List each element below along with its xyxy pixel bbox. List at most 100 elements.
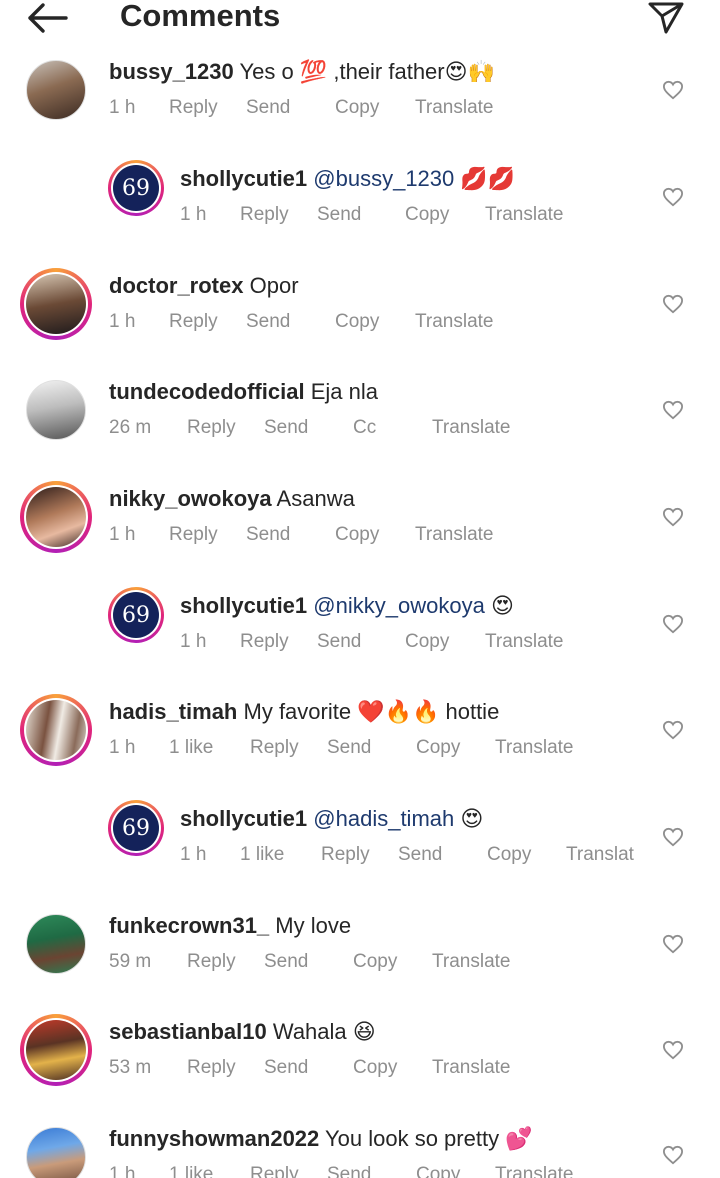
translate-button[interactable]: Translate [485, 630, 564, 654]
avatar[interactable] [26, 380, 86, 440]
translate-button[interactable]: Translate [495, 1163, 574, 1178]
copy-button[interactable]: Copy [353, 1056, 397, 1080]
heart-icon[interactable] [662, 720, 684, 740]
heart-icon[interactable] [662, 1040, 684, 1060]
avatar [26, 274, 86, 334]
heart-icon[interactable] [662, 80, 684, 100]
comment-text: Yes o 💯 ,their father😍🙌 [239, 59, 495, 84]
comment-text: 😍 [490, 593, 514, 618]
comment-time: 26 m [109, 417, 152, 438]
translate-button[interactable]: Translate [495, 736, 574, 760]
copy-button[interactable]: Copy [416, 1163, 460, 1178]
reply-button[interactable]: Reply [169, 96, 218, 120]
copy-button[interactable]: Copy [353, 950, 397, 974]
comment-item: funkecrown31_ My love 59 m Reply Send Co… [0, 904, 720, 1010]
mention-link[interactable]: @nikky_owokoya [313, 593, 485, 618]
reply-button[interactable]: Reply [321, 843, 370, 867]
comment-username[interactable]: shollycutie1 [180, 806, 307, 831]
comment-text: My love [275, 913, 352, 938]
share-icon[interactable] [646, 0, 686, 34]
heart-icon[interactable] [662, 294, 684, 314]
copy-button[interactable]: Copy [405, 630, 449, 654]
reply-button[interactable]: Reply [187, 416, 236, 440]
copy-button[interactable]: Copy [335, 96, 379, 120]
reply-button[interactable]: Reply [250, 736, 299, 760]
reply-button[interactable]: Reply [240, 203, 289, 227]
reply-button[interactable]: Reply [169, 523, 218, 547]
heart-icon[interactable] [662, 187, 684, 207]
comment-time: 1 h [180, 844, 207, 865]
send-button[interactable]: Send [317, 203, 361, 227]
story-ring[interactable]: 69 [108, 160, 164, 216]
copy-button[interactable]: Copy [335, 310, 379, 334]
translate-button[interactable]: Translat [566, 843, 634, 867]
comment-time: 1 h [109, 737, 136, 758]
reply-button[interactable]: Reply [250, 1163, 299, 1178]
story-ring[interactable]: 69 [108, 587, 164, 643]
like-count[interactable]: 1 like [169, 1163, 213, 1178]
send-button[interactable]: Send [264, 1056, 308, 1080]
copy-button[interactable]: Cc [353, 416, 376, 440]
reply-button[interactable]: Reply [187, 950, 236, 974]
avatar[interactable] [26, 1127, 86, 1178]
reply-button[interactable]: Reply [169, 310, 218, 334]
story-ring[interactable] [20, 481, 92, 553]
back-arrow-icon[interactable] [26, 2, 68, 34]
comment-username[interactable]: shollycutie1 [180, 166, 307, 191]
translate-button[interactable]: Translate [415, 523, 494, 547]
send-button[interactable]: Send [327, 736, 371, 760]
translate-button[interactable]: Translate [432, 416, 511, 440]
comments-header: Comments [0, 0, 720, 40]
heart-icon[interactable] [662, 507, 684, 527]
comment-text: Opor [249, 273, 299, 298]
like-count[interactable]: 1 like [240, 843, 284, 867]
comment-username[interactable]: funnyshowman2022 [109, 1126, 319, 1151]
comment-time: 1 h [180, 631, 207, 652]
copy-button[interactable]: Copy [416, 736, 460, 760]
send-button[interactable]: Send [246, 523, 290, 547]
comment-username[interactable]: sebastianbal10 [109, 1019, 267, 1044]
like-count[interactable]: 1 like [169, 736, 213, 760]
heart-icon[interactable] [662, 614, 684, 634]
comment-item: hadis_timah My favorite ❤️🔥🔥 hottie 1 h … [0, 690, 720, 796]
comment-text: You look so pretty 💕 [325, 1126, 533, 1151]
copy-button[interactable]: Copy [487, 843, 531, 867]
story-ring[interactable] [20, 268, 92, 340]
comment-username[interactable]: tundecodedofficial [109, 379, 305, 404]
translate-button[interactable]: Translate [415, 96, 494, 120]
comment-text: Asanwa [276, 486, 355, 511]
story-ring[interactable]: 69 [108, 800, 164, 856]
send-button[interactable]: Send [264, 950, 308, 974]
copy-button[interactable]: Copy [335, 523, 379, 547]
comment-username[interactable]: shollycutie1 [180, 593, 307, 618]
avatar[interactable] [26, 60, 86, 120]
send-button[interactable]: Send [264, 416, 308, 440]
reply-button[interactable]: Reply [240, 630, 289, 654]
send-button[interactable]: Send [327, 1163, 371, 1178]
translate-button[interactable]: Translate [415, 310, 494, 334]
heart-icon[interactable] [662, 934, 684, 954]
copy-button[interactable]: Copy [405, 203, 449, 227]
send-button[interactable]: Send [398, 843, 442, 867]
comment-username[interactable]: funkecrown31_ [109, 913, 269, 938]
comment-username[interactable]: hadis_timah [109, 699, 237, 724]
mention-link[interactable]: @hadis_timah [313, 806, 454, 831]
send-button[interactable]: Send [246, 310, 290, 334]
mention-link[interactable]: @bussy_1230 [313, 166, 454, 191]
avatar[interactable] [26, 914, 86, 974]
send-button[interactable]: Send [317, 630, 361, 654]
comment-username[interactable]: nikky_owokoya [109, 486, 272, 511]
translate-button[interactable]: Translate [485, 203, 564, 227]
heart-icon[interactable] [662, 1145, 684, 1165]
story-ring[interactable] [20, 1014, 92, 1086]
translate-button[interactable]: Translate [432, 1056, 511, 1080]
comment-item: nikky_owokoya Asanwa 1 h Reply Send Copy… [0, 477, 720, 583]
reply-button[interactable]: Reply [187, 1056, 236, 1080]
translate-button[interactable]: Translate [432, 950, 511, 974]
story-ring[interactable] [20, 694, 92, 766]
heart-icon[interactable] [662, 400, 684, 420]
comment-username[interactable]: doctor_rotex [109, 273, 243, 298]
comment-username[interactable]: bussy_1230 [109, 59, 234, 84]
heart-icon[interactable] [662, 827, 684, 847]
send-button[interactable]: Send [246, 96, 290, 120]
